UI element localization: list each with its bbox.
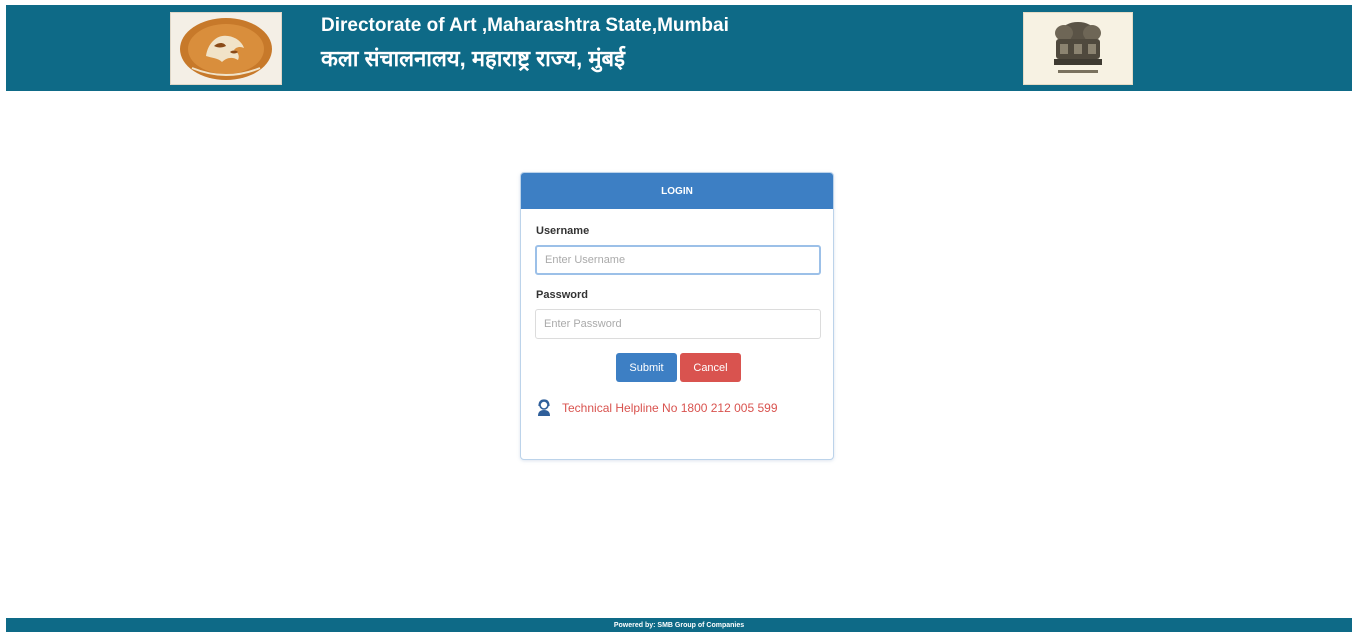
technical-helpline: Technical Helpline No 1800 212 005 599 (536, 399, 778, 417)
site-title-english: Directorate of Art ,Maharashtra State,Mu… (321, 15, 729, 36)
site-header: Directorate of Art ,Maharashtra State,Mu… (6, 5, 1352, 91)
password-input[interactable] (535, 309, 821, 339)
username-input[interactable] (535, 245, 821, 275)
directorate-emblem-icon (180, 17, 272, 80)
directorate-logo (170, 12, 282, 85)
helpline-text: Technical Helpline No 1800 212 005 599 (562, 401, 778, 415)
password-label: Password (536, 289, 588, 301)
support-agent-icon (538, 399, 550, 416)
national-emblem-icon (1054, 21, 1102, 73)
site-footer: Powered by: SMB Group of Companies (6, 618, 1352, 632)
cancel-button[interactable]: Cancel (680, 353, 741, 382)
submit-button[interactable]: Submit (616, 353, 677, 382)
username-label: Username (536, 225, 590, 237)
login-heading: LOGIN (521, 173, 833, 209)
login-page: Directorate of Art ,Maharashtra State,Mu… (0, 0, 1352, 632)
site-title-marathi: कला संचालनालय, महाराष्ट्र राज्य, मुंबई (321, 46, 625, 71)
login-panel: LOGIN Username Password Submit Cancel Te… (520, 172, 834, 460)
footer-text: Powered by: SMB Group of Companies (613, 621, 745, 629)
national-emblem-logo (1023, 12, 1133, 85)
